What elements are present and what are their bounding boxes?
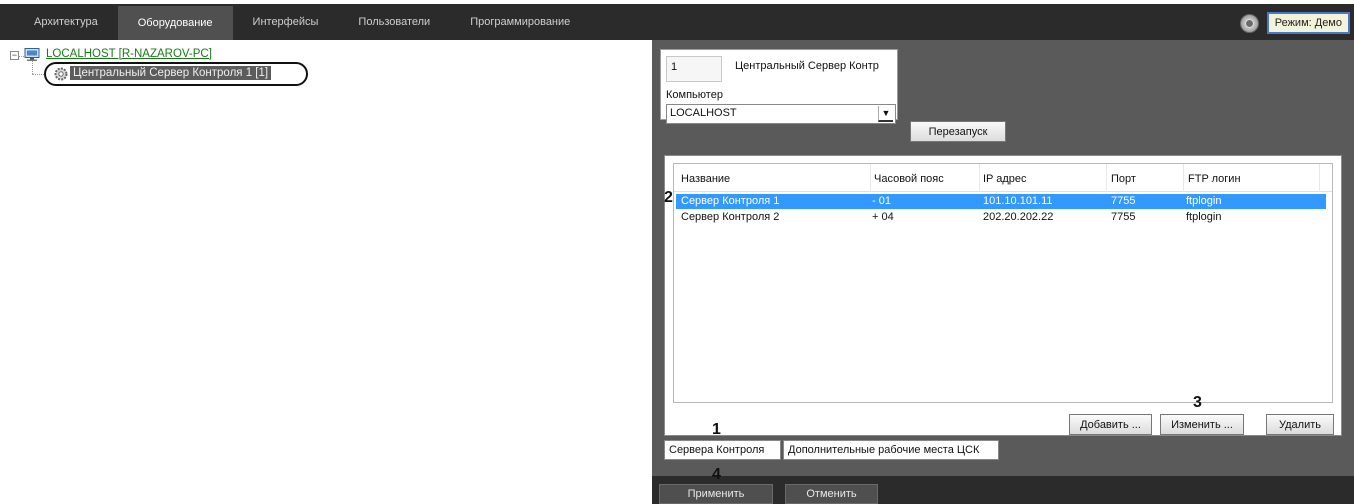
column-header-timezone[interactable]: Часовой пояс — [874, 173, 944, 185]
table-row[interactable]: Сервер Контроля 1 - 01 101.10.101.11 775… — [676, 194, 1326, 209]
column-divider — [1319, 164, 1320, 192]
computer-icon — [24, 48, 40, 61]
add-button[interactable]: Добавить ... — [1069, 414, 1152, 435]
row-ip: 202.20.202.22 — [983, 211, 1054, 223]
mode-area: Режим: Демо — [1239, 12, 1350, 34]
main-menubar: Архитектура Оборудование Интерфейсы Поль… — [0, 4, 1354, 40]
tree-connector — [32, 61, 33, 74]
tree-child-label[interactable]: Центральный Сервер Контроля 1 [1] — [70, 66, 272, 80]
row-timezone: + 04 — [872, 211, 894, 223]
row-name: Сервер Контроля 2 — [681, 211, 780, 223]
tab-interfaces[interactable]: Интерфейсы — [233, 4, 339, 40]
row-port: 7755 — [1111, 211, 1136, 223]
callout-2: 2 — [664, 189, 673, 206]
callout-1: 1 — [712, 421, 721, 438]
column-divider — [1106, 164, 1107, 192]
column-header-ftp[interactable]: FTP логин — [1188, 173, 1241, 185]
row-name: Сервер Контроля 1 — [681, 195, 780, 207]
row-ftp: ftplogin — [1186, 195, 1222, 207]
callout-3: 3 — [1193, 394, 1202, 411]
tab-architecture[interactable]: Архитектура — [14, 4, 118, 40]
table-header: Название Часовой пояс IP адрес Порт FTP … — [674, 164, 1332, 192]
mode-icon[interactable] — [1239, 13, 1259, 33]
computer-label: Компьютер — [666, 89, 723, 101]
object-properties: 1 Центральный Сервер Контр Компьютер LOC… — [660, 49, 898, 124]
apply-button[interactable]: Применить — [659, 484, 773, 504]
row-port: 7755 — [1111, 195, 1136, 207]
name-field[interactable]: Центральный Сервер Контр — [731, 56, 897, 82]
tab-control-servers[interactable]: Сервера Контроля — [664, 440, 781, 460]
row-ftp: ftplogin — [1186, 211, 1222, 223]
apply-bar: Применить Отменить — [652, 476, 1354, 504]
computer-select[interactable]: LOCALHOST ▼ — [666, 104, 896, 124]
servers-table: Название Часовой пояс IP адрес Порт FTP … — [673, 163, 1333, 403]
column-divider — [870, 164, 871, 192]
mode-indicator[interactable]: Режим: Демо — [1266, 12, 1350, 34]
hardware-tree: − LOCALHOST [R-NAZAROV-PC] Центральный С… — [8, 45, 648, 95]
tab-equipment[interactable]: Оборудование — [117, 6, 233, 40]
chevron-down-icon[interactable]: ▼ — [878, 106, 893, 122]
restart-button[interactable]: Перезапуск — [910, 121, 1006, 142]
cancel-button[interactable]: Отменить — [785, 484, 878, 504]
column-header-port[interactable]: Порт — [1111, 173, 1136, 185]
tab-users[interactable]: Пользователи — [338, 4, 450, 40]
table-row[interactable]: Сервер Контроля 2 + 04 202.20.202.22 775… — [676, 210, 1326, 225]
gear-icon — [54, 67, 68, 81]
delete-button[interactable]: Удалить — [1266, 414, 1334, 435]
computer-value: LOCALHOST — [670, 107, 737, 119]
tab-programming[interactable]: Программирование — [450, 4, 590, 40]
column-divider — [979, 164, 980, 192]
column-header-ip[interactable]: IP адрес — [983, 173, 1027, 185]
collapse-icon[interactable]: − — [10, 51, 19, 60]
row-ip: 101.10.101.11 — [983, 195, 1053, 207]
tab-extra-workstations[interactable]: Дополнительные рабочие места ЦСК — [783, 440, 999, 460]
column-divider — [1183, 164, 1184, 192]
id-field[interactable]: 1 — [666, 56, 722, 82]
tree-root-label[interactable]: LOCALHOST [R-NAZAROV-PC] — [46, 48, 212, 60]
column-header-name[interactable]: Название — [681, 173, 730, 185]
callout-4: 4 — [712, 466, 721, 483]
row-timezone: - 01 — [872, 195, 891, 207]
edit-button[interactable]: Изменить ... — [1160, 414, 1244, 435]
